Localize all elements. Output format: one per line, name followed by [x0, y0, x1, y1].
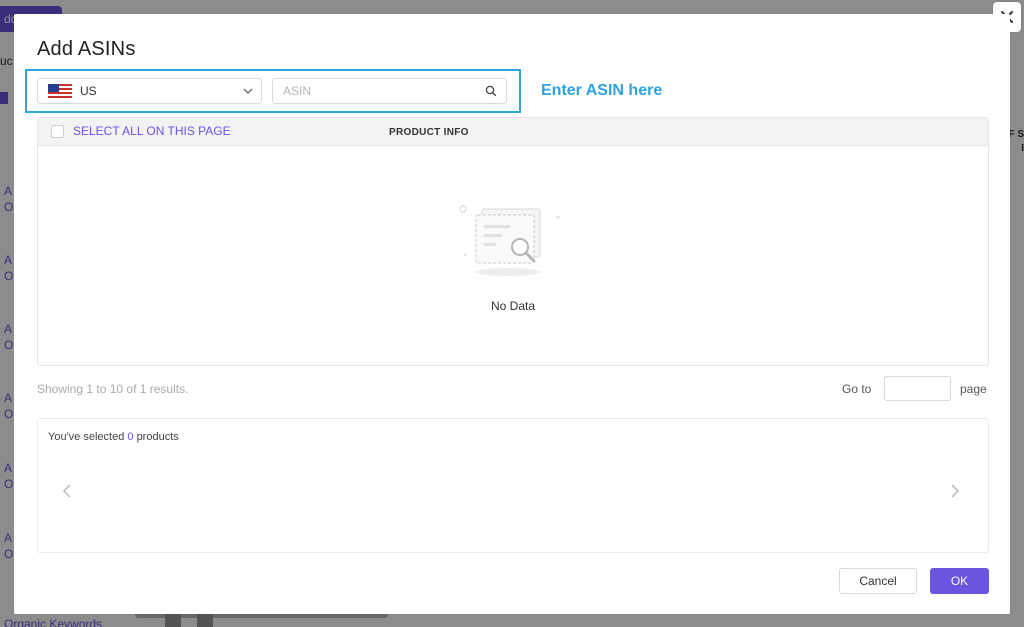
- search-icon[interactable]: [485, 85, 497, 97]
- us-flag-icon: [48, 84, 72, 98]
- selected-products-panel: You've selected 0 products: [37, 418, 989, 553]
- empty-data-icon: [459, 205, 560, 276]
- selected-summary: You've selected 0 products: [48, 431, 179, 443]
- chevron-left-icon[interactable]: [62, 483, 72, 499]
- add-asins-modal: Add ASINs Enter ASIN here US SELECT ALL …: [14, 14, 1010, 614]
- annotation-text: Enter ASIN here: [541, 82, 663, 99]
- no-data-text: No Data: [490, 299, 536, 313]
- checkbox[interactable]: [51, 124, 64, 138]
- asin-input[interactable]: [273, 79, 473, 103]
- marketplace-value: US: [80, 84, 97, 98]
- table-header: SELECT ALL ON THIS PAGE PRODUCT INFO: [38, 118, 988, 146]
- goto-page-input[interactable]: [884, 376, 951, 401]
- product-table: SELECT ALL ON THIS PAGE PRODUCT INFO No …: [37, 117, 989, 366]
- select-all-label: SELECT ALL ON THIS PAGE: [73, 124, 231, 138]
- results-summary: Showing 1 to 10 of 1 results.: [37, 382, 189, 396]
- modal-title: Add ASINs: [37, 38, 136, 60]
- ok-button[interactable]: OK: [930, 568, 989, 594]
- select-all-checkbox[interactable]: SELECT ALL ON THIS PAGE: [51, 124, 231, 138]
- page-label: page: [960, 382, 987, 396]
- asin-input-wrapper: [272, 78, 507, 104]
- column-header-product-info: PRODUCT INFO: [389, 127, 469, 138]
- chevron-down-icon: [243, 88, 253, 94]
- goto-label: Go to: [842, 382, 872, 396]
- marketplace-select[interactable]: US: [37, 78, 262, 104]
- chevron-right-icon[interactable]: [950, 483, 960, 499]
- cancel-button[interactable]: Cancel: [839, 568, 917, 594]
- selected-count: 0: [127, 431, 134, 443]
